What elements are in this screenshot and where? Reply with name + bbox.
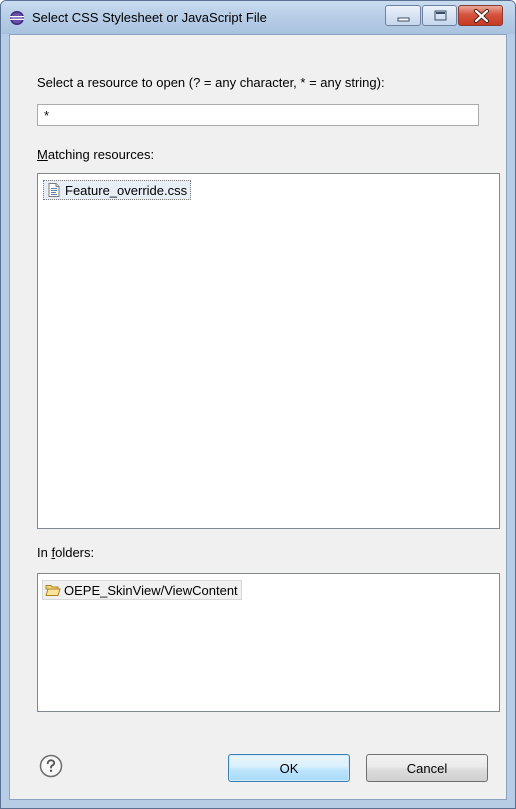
matching-resources-label: Matching resources:	[37, 147, 154, 162]
close-icon	[474, 9, 489, 23]
list-item-folder[interactable]: OEPE_SkinView/ViewContent	[42, 580, 242, 600]
folders-label-prefix: In	[37, 545, 52, 560]
css-file-icon	[46, 182, 62, 198]
dialog-window: Select CSS Stylesheet or JavaScript File…	[0, 0, 516, 809]
filter-prompt-label: Select a resource to open (? = any chara…	[37, 75, 385, 90]
matching-label-text: atching resources:	[47, 147, 155, 162]
help-button[interactable]	[39, 754, 63, 778]
window-title: Select CSS Stylesheet or JavaScript File	[32, 10, 267, 25]
maximize-icon	[434, 10, 447, 21]
maximize-button[interactable]	[422, 5, 457, 26]
in-folders-label: In folders:	[37, 545, 94, 560]
title-bar[interactable]: Select CSS Stylesheet or JavaScript File	[1, 1, 515, 34]
ok-button[interactable]: OK	[228, 754, 350, 782]
matching-resources-list[interactable]: Feature_override.css	[37, 173, 500, 529]
eclipse-icon	[9, 10, 25, 26]
list-item-feature-override[interactable]: Feature_override.css	[43, 180, 192, 200]
matching-mnemonic: M	[37, 147, 48, 162]
minimize-icon	[397, 17, 410, 22]
folder-open-icon	[45, 582, 61, 598]
help-icon	[39, 754, 63, 778]
folders-list[interactable]: OEPE_SkinView/ViewContent	[37, 573, 500, 712]
close-button[interactable]	[458, 5, 503, 26]
dialog-body: Select a resource to open (? = any chara…	[9, 34, 507, 800]
minimize-button[interactable]	[385, 5, 421, 26]
filter-input[interactable]	[37, 104, 479, 126]
folders-label-text: olders:	[55, 545, 95, 560]
cancel-button[interactable]: Cancel	[366, 754, 488, 782]
folder-item-label: OEPE_SkinView/ViewContent	[64, 582, 238, 598]
list-item-label: Feature_override.css	[65, 182, 188, 198]
